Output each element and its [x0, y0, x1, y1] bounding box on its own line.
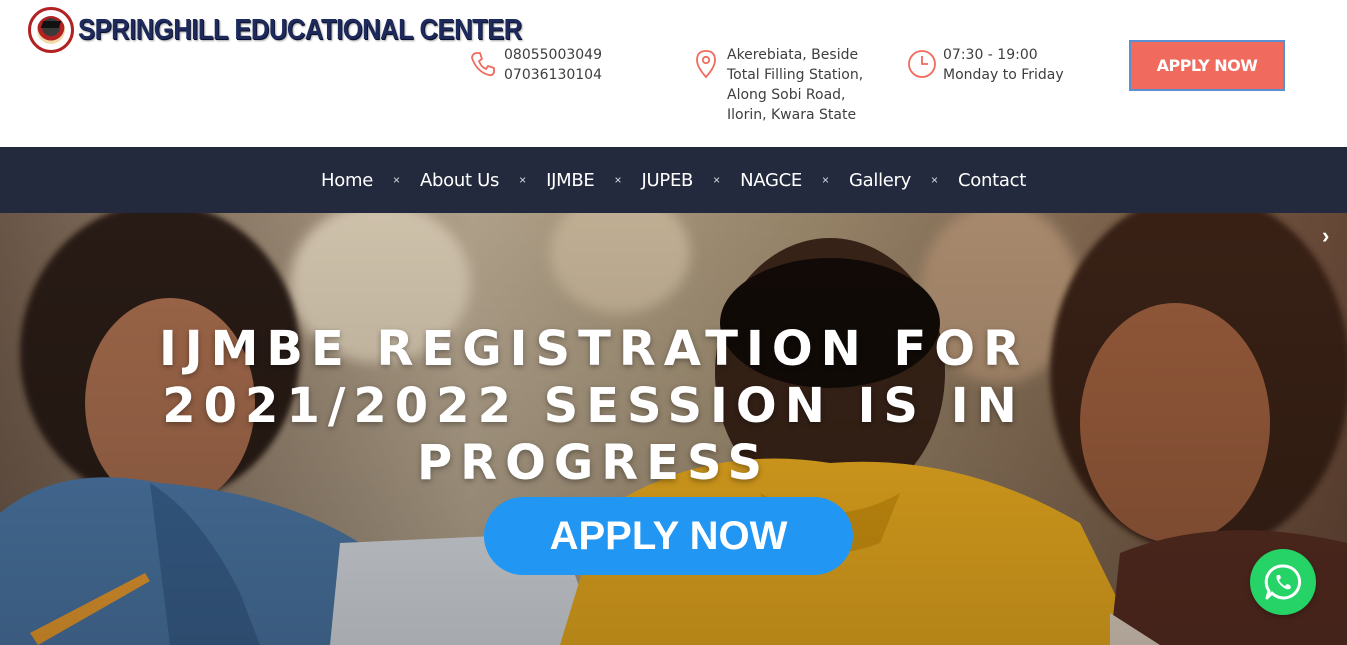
main-nav: Home × About Us × IJMBE × JUPEB × NAGCE … [0, 147, 1347, 213]
address-line-3: Along Sobi Road, [727, 87, 846, 103]
school-seal-icon [28, 7, 74, 53]
nav-item-contact[interactable]: Contact [956, 170, 1028, 191]
contact-address: Akerebiata, Beside Total Filling Station… [691, 45, 863, 125]
nav-separator: × [713, 173, 721, 187]
phone-icon [471, 52, 495, 77]
nav-separator: × [821, 173, 829, 187]
nav-separator: × [614, 173, 622, 187]
site-header: SPRINGHILL EDUCATIONAL CENTER 0805500304… [0, 0, 1347, 147]
nav-separator: × [931, 173, 939, 187]
opening-days: Monday to Friday [943, 67, 1064, 83]
nav-separator: × [393, 173, 401, 187]
clock-icon [908, 50, 936, 78]
address-line-1: Akerebiata, Beside [727, 47, 859, 63]
nav-item-nagce[interactable]: NAGCE [738, 170, 804, 191]
phone-number-2[interactable]: 07036130104 [504, 65, 602, 85]
whatsapp-chat-button[interactable] [1250, 549, 1316, 615]
nav-item-about-us[interactable]: About Us [418, 170, 501, 191]
contact-hours: 07:30 - 19:00 Monday to Friday [907, 45, 1064, 85]
brand-name: SPRINGHILL EDUCATIONAL CENTER [78, 13, 522, 46]
map-pin-icon [696, 50, 716, 79]
hero-title-line-1: IJMBE REGISTRATION FOR [158, 321, 1029, 377]
whatsapp-icon [1264, 564, 1302, 600]
address-line-4: Ilorin, Kwara State [727, 107, 857, 123]
contact-phone: 08055003049 07036130104 [468, 45, 602, 85]
header-apply-button[interactable]: APPLY NOW [1129, 40, 1285, 91]
nav-item-gallery[interactable]: Gallery [847, 170, 913, 191]
nav-item-home[interactable]: Home [319, 170, 375, 191]
hero-apply-button[interactable]: APPLY NOW [484, 497, 853, 575]
address-line-2: Total Filling Station, [727, 67, 864, 83]
hero-title-line-2: 2021/2022 SESSION IS IN PROGRESS [162, 378, 1025, 491]
hero-title: IJMBE REGISTRATION FOR 2021/2022 SESSION… [0, 321, 1187, 492]
nav-item-ijmbe[interactable]: IJMBE [544, 170, 596, 191]
nav-item-jupeb[interactable]: JUPEB [640, 170, 696, 191]
opening-hours: 07:30 - 19:00 [943, 47, 1038, 63]
hero-slider: IJMBE REGISTRATION FOR 2021/2022 SESSION… [0, 213, 1347, 645]
slider-next-arrow-icon[interactable]: › [1322, 223, 1329, 249]
phone-number-1[interactable]: 08055003049 [504, 45, 602, 65]
nav-separator: × [519, 173, 527, 187]
